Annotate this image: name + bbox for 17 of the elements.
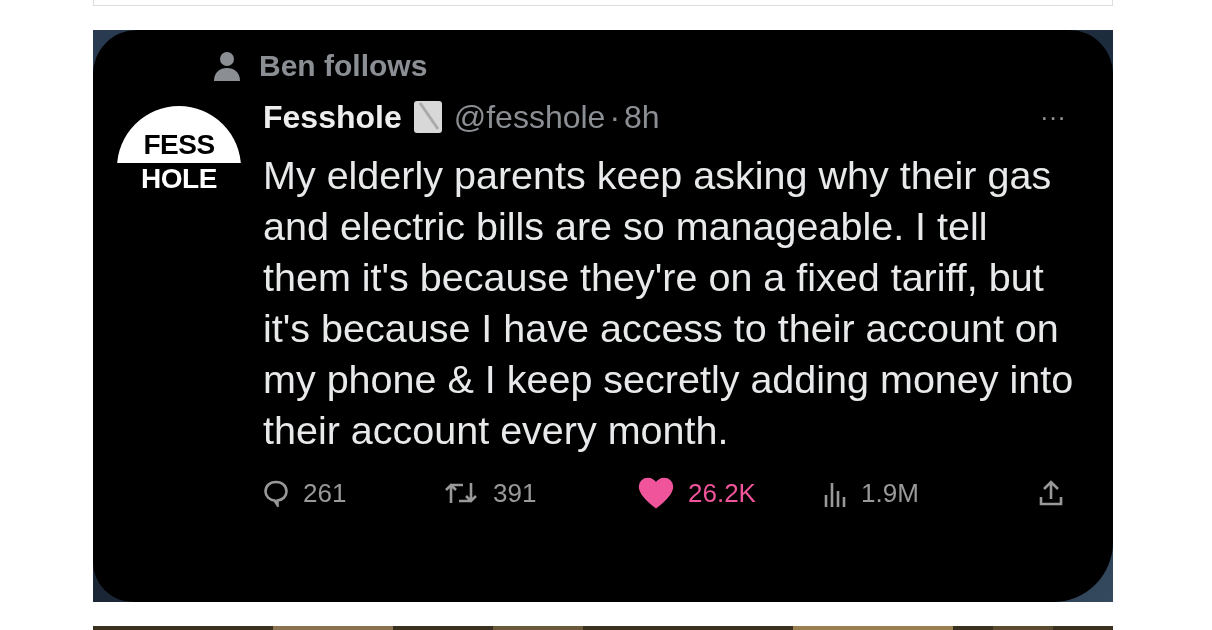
social-context: Ben follows (259, 49, 428, 83)
views-button[interactable]: 1.9M (823, 477, 1038, 509)
speech-bubble-icon (263, 479, 289, 507)
author-handle[interactable]: @fesshole (453, 98, 606, 136)
person-icon (213, 51, 241, 81)
reply-button[interactable]: 261 (263, 477, 443, 509)
toilet-roll-icon (411, 99, 444, 135)
more-menu[interactable]: ··· (1040, 101, 1066, 133)
author-name[interactable]: Fesshole (263, 98, 402, 136)
share-button[interactable] (1038, 479, 1064, 507)
separator-dot: · (609, 98, 621, 136)
heart-icon (638, 477, 674, 509)
share-icon (1038, 479, 1064, 507)
repost-button[interactable]: 391 (443, 477, 638, 509)
like-button[interactable]: 26.2K (638, 477, 823, 509)
post-text: My elderly parents keep asking why their gas and electric bills are so manageable. I tell them it's because they're on a fixed tariff, but it's because I have access to their account on my phone & I keep secretly adding money into their account every month. (263, 152, 1075, 454)
post-time: 8h (624, 98, 660, 136)
